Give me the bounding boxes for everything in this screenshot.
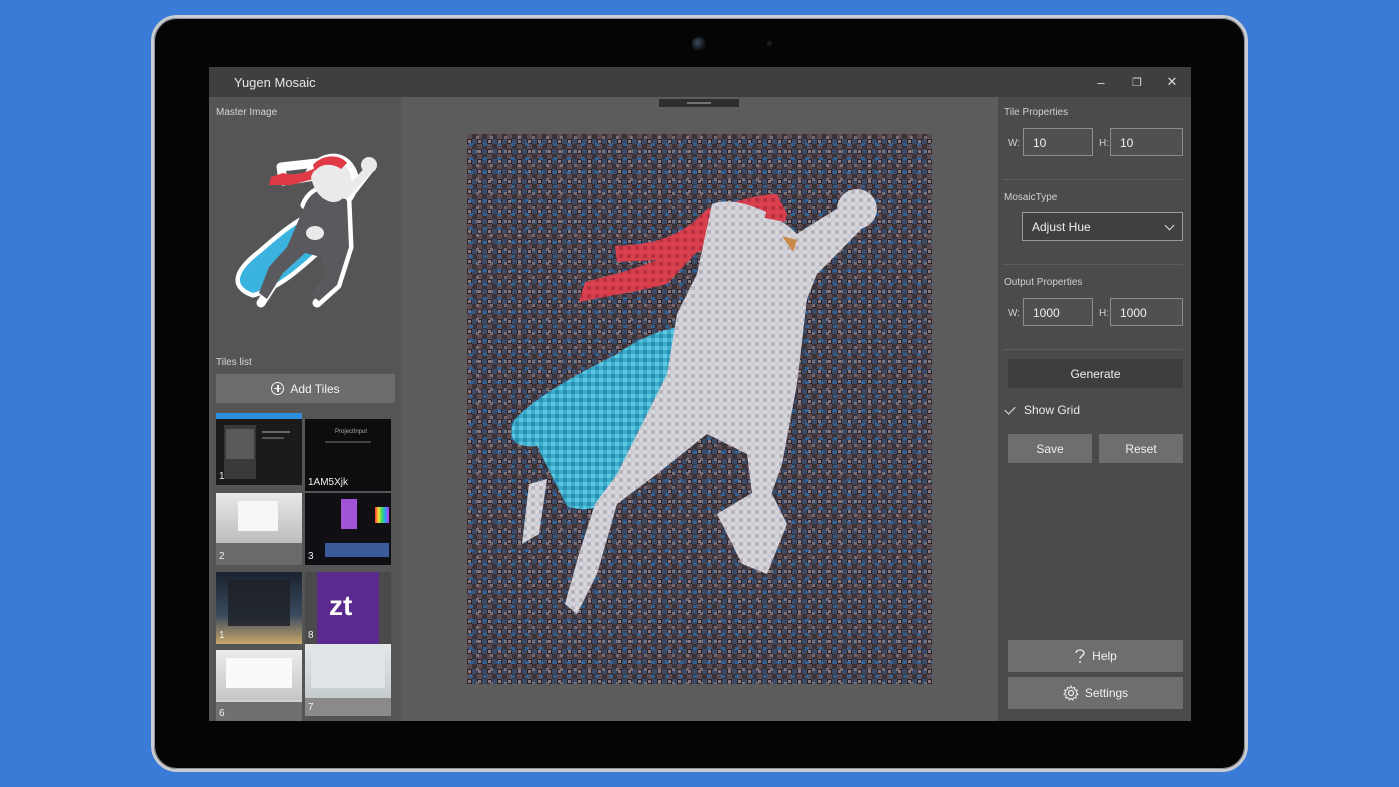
minimize-button[interactable]: –	[1083, 67, 1119, 97]
generate-button[interactable]: Generate	[1008, 359, 1183, 388]
tile-number: 7	[308, 702, 314, 713]
tile-item[interactable]: zt 8	[305, 572, 391, 644]
show-grid-checkbox[interactable]	[1004, 404, 1016, 416]
tile-number: 8	[308, 630, 314, 641]
mosaic-type-label: MosaicType	[1004, 192, 1058, 203]
add-icon	[271, 382, 285, 395]
chevron-down-icon	[1164, 220, 1175, 231]
divider	[1003, 349, 1183, 350]
output-width-input[interactable]: 1000	[1023, 298, 1093, 326]
tile-caption: 1AM5Xjk	[308, 477, 349, 488]
output-properties-label: Output Properties	[1004, 277, 1083, 288]
mosaic-type-select[interactable]: Adjust Hue	[1022, 212, 1183, 241]
tile-inner-text: ProjectInput	[335, 429, 368, 435]
add-tiles-label: Add Tiles	[290, 381, 340, 396]
tile-item[interactable]: 6	[216, 650, 302, 721]
tile-number: 6	[219, 708, 225, 719]
restore-button[interactable]: ❐	[1119, 67, 1155, 97]
master-image-label: Master Image	[216, 107, 278, 118]
title-bar: Yugen Mosaic – ❐ ✕	[209, 67, 1191, 97]
window-title: Yugen Mosaic	[234, 75, 316, 90]
restore-icon: ❐	[1132, 76, 1142, 89]
output-w-label: W:	[1008, 308, 1021, 319]
tile-height-input[interactable]: 10	[1110, 128, 1183, 156]
close-icon: ✕	[1166, 74, 1178, 89]
tile-properties-label: Tile Properties	[1004, 107, 1069, 118]
tile-width-input[interactable]: 10	[1023, 128, 1093, 156]
tile-item[interactable]: 3	[305, 493, 391, 565]
show-grid-label: Show Grid	[1024, 403, 1081, 417]
save-label: Save	[1036, 441, 1064, 456]
tile-w-label: W:	[1008, 138, 1021, 149]
settings-button[interactable]: Settings	[1008, 677, 1183, 709]
help-label: Help	[1092, 649, 1117, 663]
tile-h-label: H:	[1099, 138, 1109, 149]
drag-handle[interactable]	[659, 99, 739, 107]
tile-item[interactable]: 1	[216, 413, 302, 485]
minimize-icon: –	[1097, 74, 1105, 90]
tile-item[interactable]: ProjectInput 1AM5Xjk	[305, 419, 391, 491]
mosaic-preview[interactable]	[467, 134, 932, 684]
output-h-label: H:	[1099, 308, 1109, 319]
divider	[1003, 264, 1183, 265]
left-panel: Master Image Tiles list Add Tiles 1 Proj…	[209, 97, 401, 721]
tile-item[interactable]: 1	[216, 572, 302, 644]
add-tiles-button[interactable]: Add Tiles	[216, 374, 395, 403]
reset-label: Reset	[1125, 441, 1157, 456]
settings-label: Settings	[1084, 686, 1129, 700]
right-panel: Tile Properties W: 10 H: 10 MosaicType A…	[998, 97, 1191, 721]
generate-label: Generate	[1070, 366, 1121, 381]
mosaic-canvas-area	[401, 97, 998, 721]
gear-icon	[1062, 685, 1079, 701]
mosaic-type-value: Adjust Hue	[1032, 220, 1091, 234]
output-height-input[interactable]: 1000	[1110, 298, 1183, 326]
help-button[interactable]: Help	[1008, 640, 1183, 672]
close-button[interactable]: ✕	[1154, 67, 1190, 97]
tile-number: 1	[219, 471, 225, 482]
tiles-list-label: Tiles list	[216, 357, 252, 368]
help-icon	[1075, 649, 1085, 663]
tile-item[interactable]: 2	[216, 493, 302, 565]
tile-number: 1	[219, 630, 225, 641]
tile-number: 3	[308, 551, 314, 562]
master-image[interactable]	[221, 135, 389, 320]
sensor-dot	[767, 41, 772, 46]
divider	[1003, 179, 1183, 180]
app-window: Yugen Mosaic – ❐ ✕ Master Image Tiles li…	[209, 67, 1191, 721]
tile-number: 2	[219, 551, 225, 562]
camera-icon	[692, 37, 706, 51]
save-button[interactable]: Save	[1008, 434, 1092, 463]
reset-button[interactable]: Reset	[1099, 434, 1183, 463]
tile-inner-text: zt	[329, 590, 353, 621]
tile-item[interactable]: 7	[305, 644, 391, 716]
